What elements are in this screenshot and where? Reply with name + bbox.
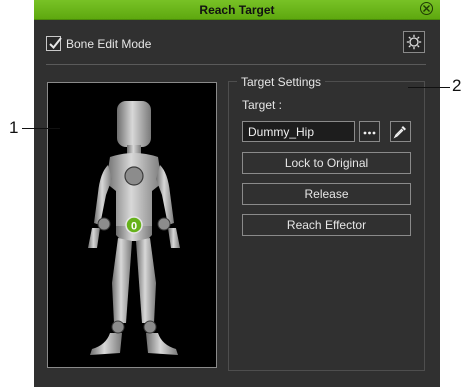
callout-2-leader bbox=[408, 87, 450, 88]
target-label: Target : bbox=[242, 98, 283, 112]
checkmark-icon bbox=[49, 37, 62, 50]
reach-target-window: Reach Target Bone Edit Mode 0 Target Set… bbox=[34, 0, 440, 387]
release-button[interactable]: Release bbox=[242, 183, 411, 205]
lock-to-original-button[interactable]: Lock to Original bbox=[242, 152, 411, 174]
bone-edit-mode-label: Bone Edit Mode bbox=[66, 37, 152, 51]
callout-1-leader bbox=[22, 128, 60, 129]
callout-1: 1 bbox=[9, 118, 19, 137]
hip-marker-label: 0 bbox=[131, 221, 137, 233]
ellipsis-icon bbox=[363, 131, 376, 135]
target-settings-title: Target Settings bbox=[237, 75, 326, 89]
browse-target-button[interactable] bbox=[359, 121, 380, 142]
title-bar[interactable]: Reach Target bbox=[34, 0, 440, 20]
target-field[interactable]: Dummy_Hip bbox=[242, 121, 355, 142]
close-icon[interactable] bbox=[420, 2, 433, 15]
pick-target-button[interactable] bbox=[390, 121, 411, 142]
callout-2: 2 bbox=[452, 76, 462, 95]
window-title: Reach Target bbox=[199, 3, 275, 17]
settings-button[interactable] bbox=[403, 31, 425, 53]
gear-icon bbox=[406, 34, 422, 50]
divider bbox=[46, 64, 426, 65]
dummy-character-figure: 0 bbox=[88, 101, 180, 355]
eyedropper-icon bbox=[393, 126, 406, 139]
bone-edit-mode-checkbox[interactable] bbox=[46, 36, 62, 51]
reach-effector-button[interactable]: Reach Effector bbox=[242, 214, 411, 236]
character-preview-viewport[interactable]: 0 bbox=[47, 82, 217, 368]
